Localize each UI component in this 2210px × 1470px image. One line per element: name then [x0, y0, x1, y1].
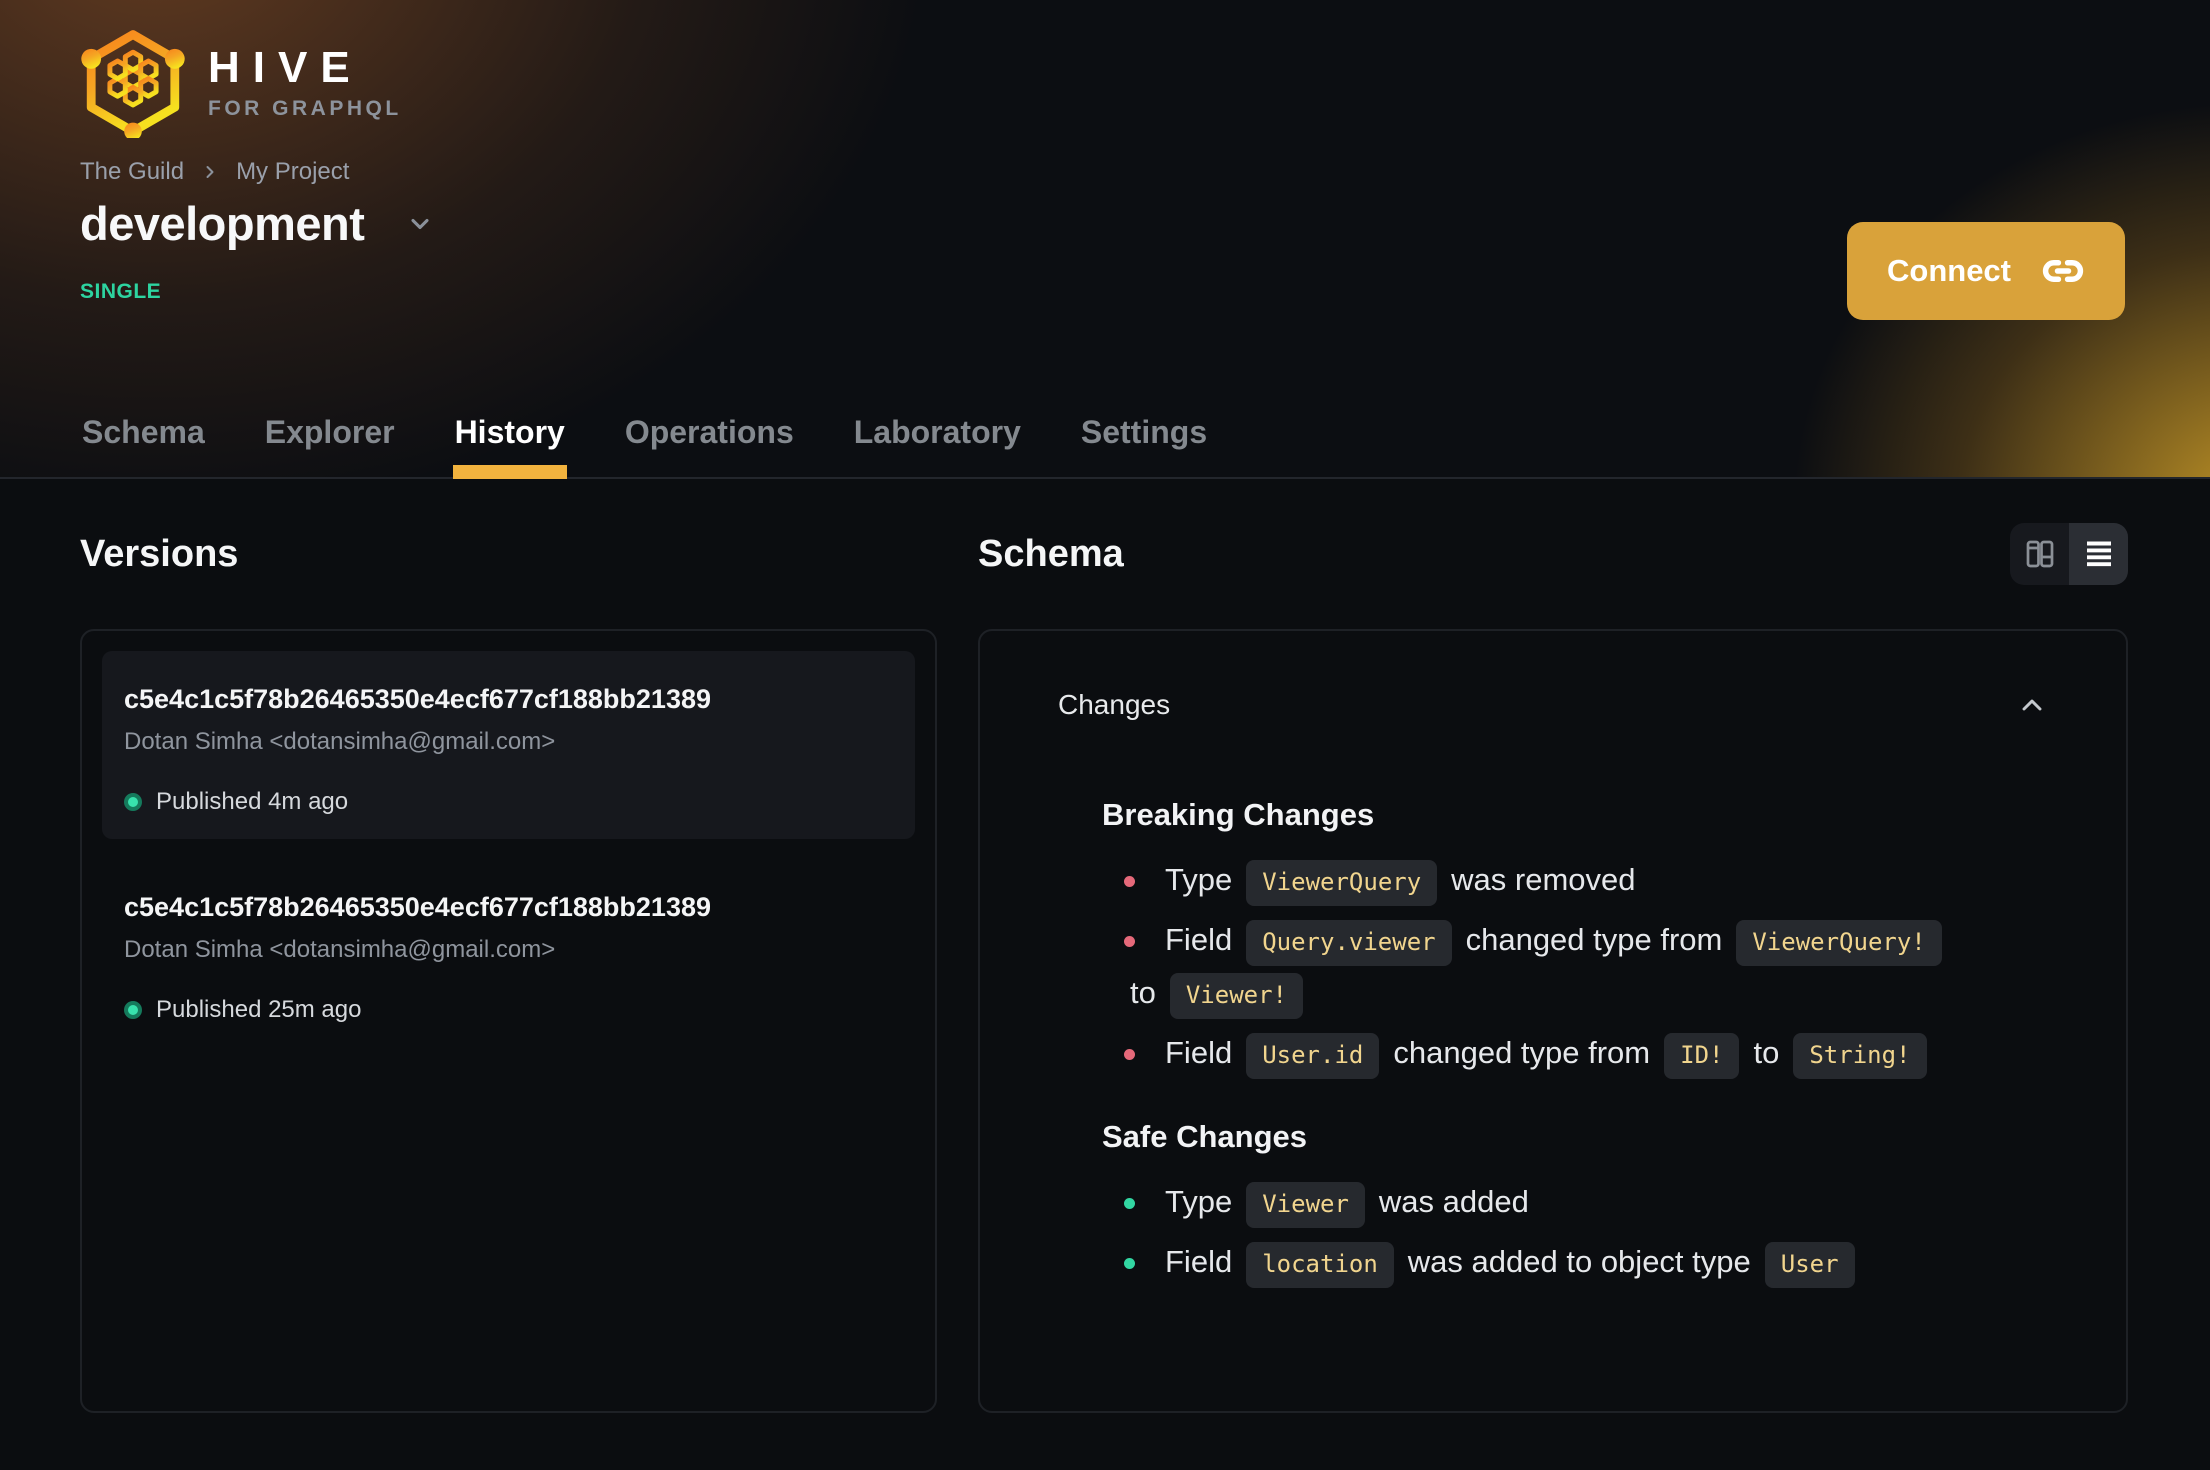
code-chip: location: [1246, 1242, 1394, 1288]
version-status-text: Published 25m ago: [156, 996, 362, 1023]
change-group: Breaking Changes Type ViewerQuery was remov…: [1102, 797, 2048, 1079]
change-list: Type Viewer was added Field location was adde…: [1124, 1175, 2048, 1288]
bullet-icon: [1124, 1049, 1135, 1061]
target-title-row: development: [80, 196, 438, 251]
change-group-title: Safe Changes: [1102, 1119, 1308, 1154]
page: HIVE FOR GRAPHQL The Guild My Project de…: [0, 0, 2210, 1470]
tab-schema[interactable]: Schema: [80, 414, 207, 477]
site-header: HIVE FOR GRAPHQL The Guild My Project de…: [0, 0, 2210, 479]
bullet-icon: [1124, 876, 1135, 888]
tab-laboratory[interactable]: Laboratory: [852, 414, 1023, 477]
change-item: Field User.id changed type from ID! to String…: [1124, 1026, 2048, 1079]
versions-heading: Versions: [80, 532, 239, 575]
breadcrumb: The Guild My Project: [80, 158, 349, 186]
brand-name: HIVE: [208, 42, 363, 92]
content: Versions c5e4c1c5f78b26465350e4ecf677cf1…: [0, 479, 2210, 1413]
brand-tagline: FOR GRAPHQL: [208, 97, 402, 121]
version-author: Dotan Simha <dotansimha@gmail.com>: [124, 728, 556, 755]
hive-hexagon-icon: [81, 30, 185, 138]
hive-logo[interactable]: HIVE FOR GRAPHQL: [78, 28, 402, 138]
code-chip: User: [1764, 1242, 1855, 1288]
code-chip: Viewer: [1246, 1182, 1365, 1228]
change-text: changed type from: [1465, 922, 1723, 957]
chevron-down-icon: [411, 218, 429, 229]
change-item: Type Viewer was added: [1124, 1175, 2048, 1228]
bullet-icon: [1124, 1198, 1135, 1210]
chevron-up-icon: [2022, 699, 2042, 711]
changes-accordion-header[interactable]: Changes: [1058, 689, 2048, 721]
version-card[interactable]: c5e4c1c5f78b26465350e4ecf677cf188bb21389…: [102, 651, 915, 839]
chevron-right-icon: [200, 162, 220, 182]
versions-header: Versions: [80, 479, 937, 629]
change-list: Type ViewerQuery was removed Field Query.vie…: [1124, 853, 2048, 1079]
change-text: was added to object type: [1407, 1244, 1751, 1279]
code-chip: Query.viewer: [1246, 920, 1452, 966]
target-mode-badge: SINGLE: [80, 280, 162, 303]
view-toggle: [2010, 523, 2128, 585]
versions-column: Versions c5e4c1c5f78b26465350e4ecf677cf1…: [80, 479, 937, 1413]
version-hash: c5e4c1c5f78b26465350e4ecf677cf188bb21389: [124, 892, 711, 922]
bullet-icon: [1124, 1258, 1135, 1270]
tab-operations[interactable]: Operations: [623, 414, 796, 477]
change-text: to: [1130, 975, 1156, 1010]
schema-header: Schema: [978, 479, 2128, 629]
code-chip: ViewerQuery!: [1736, 920, 1942, 966]
change-text: Field: [1165, 1035, 1233, 1070]
change-text: was removed: [1451, 862, 1636, 897]
version-status: Published 4m ago: [124, 788, 893, 816]
change-text: changed type from: [1393, 1035, 1651, 1070]
breadcrumb-org[interactable]: The Guild: [80, 158, 184, 186]
change-text: Type: [1165, 862, 1233, 897]
change-item: Field location was added to object type Use…: [1124, 1235, 2048, 1288]
diff-view-button[interactable]: [2010, 523, 2069, 585]
code-chip: ID!: [1664, 1033, 1740, 1079]
changes-title: Changes: [1058, 689, 1171, 720]
published-dot-icon: [124, 1001, 142, 1019]
logo-text: HIVE FOR GRAPHQL: [208, 42, 402, 121]
tab-settings[interactable]: Settings: [1079, 414, 1209, 477]
change-item: Field Query.viewer changed type from Viewer…: [1124, 913, 2048, 1019]
code-chip: User.id: [1246, 1033, 1380, 1079]
link-icon: [2042, 260, 2084, 282]
change-group: Safe Changes Type Viewer was added Field loca…: [1102, 1119, 2048, 1288]
version-card[interactable]: c5e4c1c5f78b26465350e4ecf677cf188bb21389…: [102, 859, 915, 1047]
change-item: Type ViewerQuery was removed: [1124, 853, 2048, 906]
version-hash: c5e4c1c5f78b26465350e4ecf677cf188bb21389: [124, 684, 711, 714]
code-chip: ViewerQuery: [1246, 860, 1438, 906]
change-text: was added: [1378, 1184, 1529, 1219]
tab-history[interactable]: History: [452, 414, 568, 479]
tab-explorer[interactable]: Explorer: [263, 414, 397, 477]
list-view-button[interactable]: [2069, 523, 2128, 585]
versions-list: c5e4c1c5f78b26465350e4ecf677cf188bb21389…: [80, 629, 937, 1413]
change-text: Field: [1165, 922, 1233, 957]
code-chip: Viewer!: [1169, 973, 1304, 1019]
change-text: to: [1753, 1035, 1780, 1070]
target-name: development: [80, 197, 365, 250]
columns-view-icon: [2026, 540, 2053, 568]
change-text: Field: [1165, 1244, 1233, 1279]
target-selector-button[interactable]: [402, 206, 438, 242]
schema-column: Schema Changes Breaking Changes Type Vie…: [978, 479, 2128, 1413]
published-dot-icon: [124, 793, 142, 811]
bullet-icon: [1124, 936, 1135, 948]
version-status-text: Published 4m ago: [156, 788, 349, 815]
tab-bar: Schema Explorer History Operations Laborator…: [80, 414, 1209, 479]
change-text: Type: [1165, 1184, 1233, 1219]
schema-heading: Schema: [978, 532, 1124, 575]
breadcrumb-project[interactable]: My Project: [236, 158, 349, 186]
list-view-icon: [2086, 541, 2111, 567]
changes-panel: Changes Breaking Changes Type ViewerQuery w…: [978, 629, 2128, 1413]
connect-button-label: Connect: [1887, 253, 2011, 288]
version-author: Dotan Simha <dotansimha@gmail.com>: [124, 936, 556, 963]
connect-button[interactable]: Connect: [1847, 222, 2125, 320]
changes-body: Breaking Changes Type ViewerQuery was remov…: [1102, 797, 2048, 1288]
change-group-title: Breaking Changes: [1102, 797, 1375, 832]
code-chip: String!: [1793, 1033, 1927, 1079]
version-status: Published 25m ago: [124, 996, 893, 1024]
